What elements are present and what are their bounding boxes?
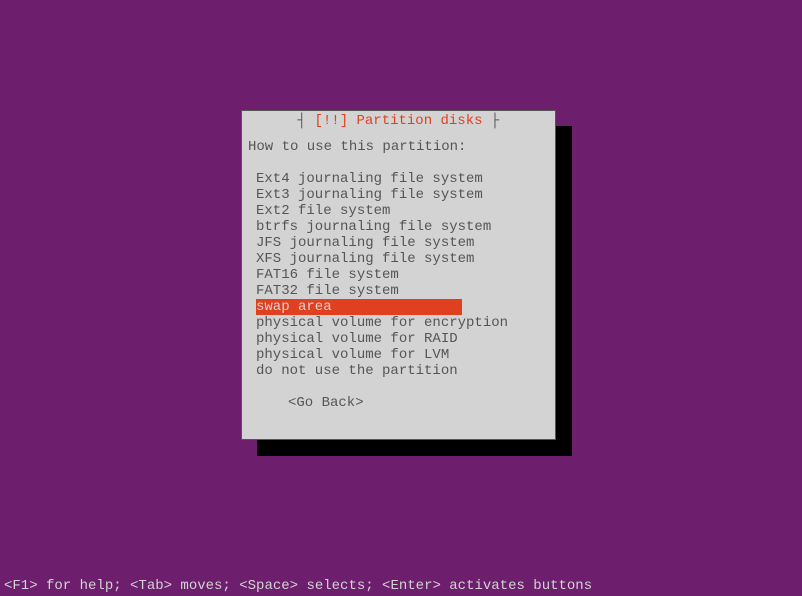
- option-raid[interactable]: physical volume for RAID: [256, 331, 549, 347]
- options-list: Ext4 journaling file system Ext3 journal…: [248, 171, 549, 379]
- go-back-button[interactable]: <Go Back>: [248, 395, 549, 411]
- option-jfs[interactable]: JFS journaling file system: [256, 235, 549, 251]
- option-lvm[interactable]: physical volume for LVM: [256, 347, 549, 363]
- option-ext3[interactable]: Ext3 journaling file system: [256, 187, 549, 203]
- option-swap[interactable]: swap area: [256, 299, 462, 315]
- dialog-title-text: Partition disks: [348, 113, 482, 129]
- option-ext2[interactable]: Ext2 file system: [256, 203, 549, 219]
- title-border-right: ├: [483, 113, 500, 129]
- option-fat16[interactable]: FAT16 file system: [256, 267, 549, 283]
- option-ext4[interactable]: Ext4 journaling file system: [256, 171, 549, 187]
- help-footer: <F1> for help; <Tab> moves; <Space> sele…: [0, 576, 802, 596]
- option-encryption[interactable]: physical volume for encryption: [256, 315, 549, 331]
- dialog-title-row: ┤ [!!] Partition disks ├: [242, 111, 555, 129]
- option-fat32[interactable]: FAT32 file system: [256, 283, 549, 299]
- title-border-left: ┤: [298, 113, 315, 129]
- dialog-body: How to use this partition: Ext4 journali…: [242, 129, 555, 417]
- option-btrfs[interactable]: btrfs journaling file system: [256, 219, 549, 235]
- partition-dialog: ┤ [!!] Partition disks ├ How to use this…: [241, 110, 556, 440]
- dialog-title-alert: [!!]: [314, 113, 348, 129]
- dialog-prompt: How to use this partition:: [248, 139, 549, 155]
- option-do-not-use[interactable]: do not use the partition: [256, 363, 549, 379]
- option-xfs[interactable]: XFS journaling file system: [256, 251, 549, 267]
